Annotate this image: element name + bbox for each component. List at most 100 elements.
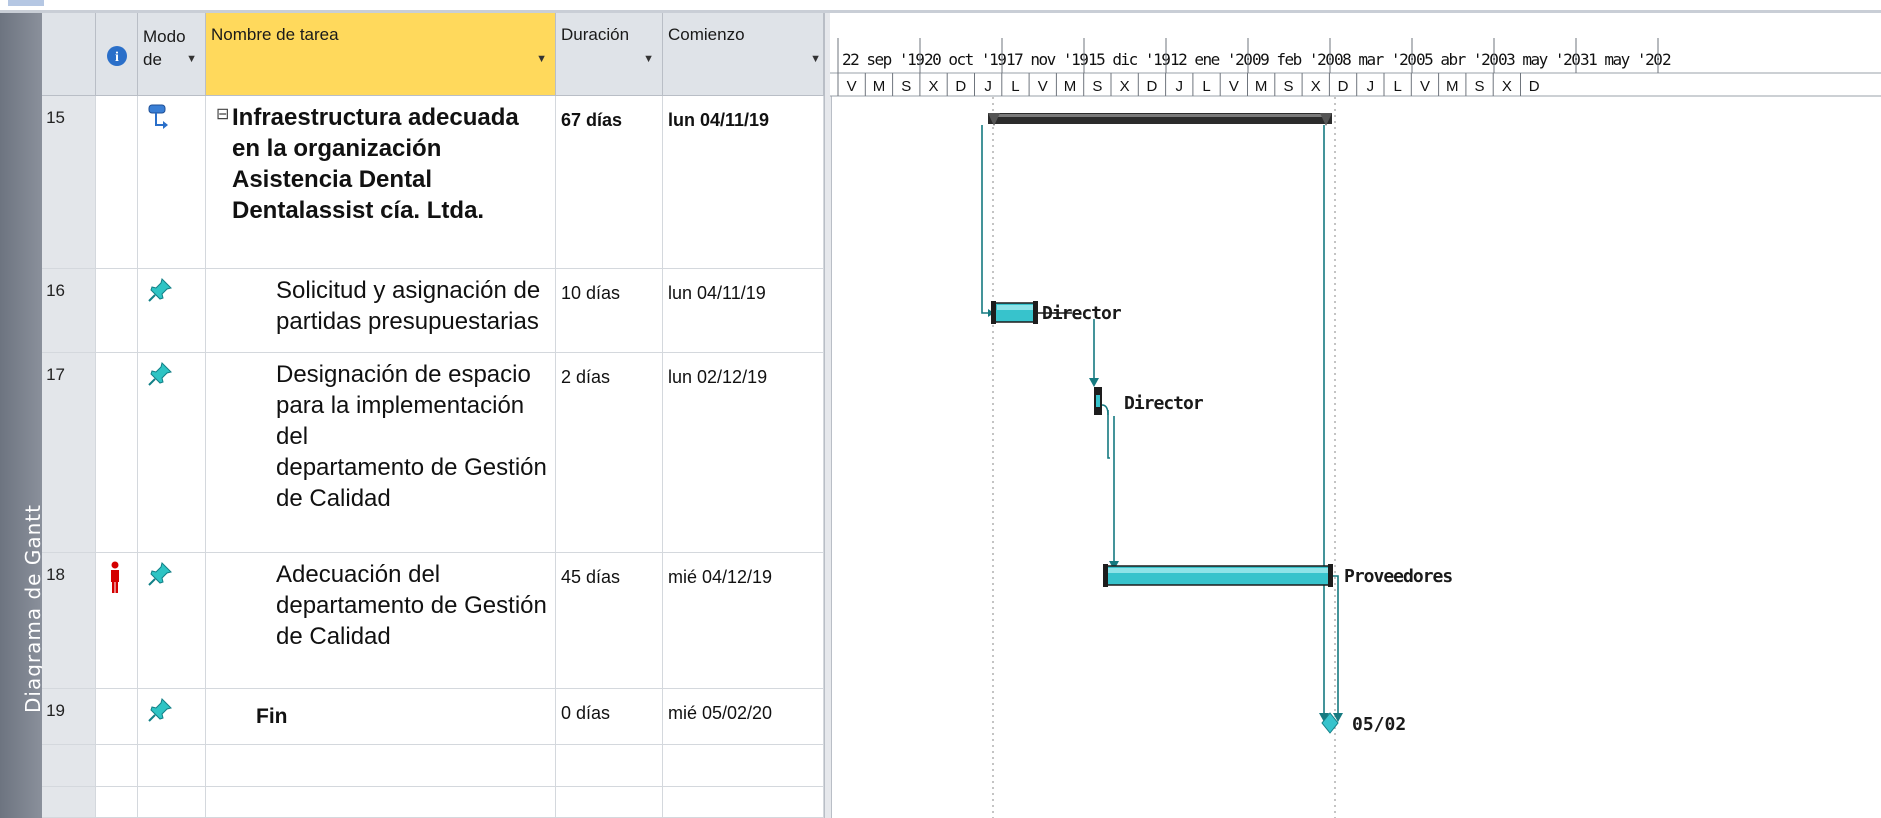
collapse-toggle-icon[interactable]: ⊟ xyxy=(216,99,229,130)
timescale-top-label: 15 dic '19 xyxy=(1088,50,1170,69)
timescale-bottom-label: S xyxy=(1283,78,1293,95)
timescale-top-label: 17 nov '19 xyxy=(1006,50,1088,69)
view-bar[interactable]: Diagrama de Gantt xyxy=(0,13,45,818)
row-number[interactable]: 16 xyxy=(42,269,96,353)
indicator-cell[interactable] xyxy=(96,553,138,689)
timescale-bottom-label: V xyxy=(1229,78,1239,95)
manual-pin-icon xyxy=(148,562,172,586)
timescale-bottom-label: M xyxy=(1446,78,1459,95)
timescale-bottom-label: M xyxy=(1255,78,1268,95)
indicator-cell xyxy=(96,96,138,269)
timescale-top-label: 22 sep '19 xyxy=(842,50,924,69)
task-name-cell[interactable]: Fin xyxy=(206,689,556,745)
empty-row[interactable] xyxy=(42,787,824,818)
duration-cell[interactable]: 10 días xyxy=(556,269,663,353)
overallocated-person-icon[interactable] xyxy=(108,561,122,595)
timescale-bottom-label: X xyxy=(1502,78,1512,95)
start-cell[interactable]: mié 04/12/19 xyxy=(663,553,824,689)
indicators-column-header[interactable]: i xyxy=(96,13,138,96)
timescale-bottom-label: S xyxy=(1092,78,1102,95)
duration-cell[interactable]: 67 días xyxy=(556,96,663,269)
timescale-bottom-label: V xyxy=(1420,78,1430,95)
task-grid: i Modo de ▼ Nombre de tarea ▼ Duración ▼… xyxy=(42,13,824,818)
start-cell[interactable]: mié 05/02/20 xyxy=(663,689,824,745)
task-name-cell[interactable] xyxy=(206,787,556,818)
indicator-cell xyxy=(96,269,138,353)
task-name-line: departamento de Gestión xyxy=(276,592,547,619)
task-bar[interactable] xyxy=(1094,387,1102,415)
duration-cell[interactable] xyxy=(556,787,663,818)
empty-row[interactable] xyxy=(42,745,824,787)
row-number[interactable]: 15 xyxy=(42,96,96,269)
link-curve xyxy=(1101,404,1109,416)
start-cell[interactable]: lun 04/11/19 xyxy=(663,96,824,269)
start-column-header[interactable]: Comienzo ▼ xyxy=(663,13,824,96)
start-cell[interactable] xyxy=(663,787,824,818)
task-name-line: en la organización xyxy=(232,135,442,162)
auto-schedule-icon xyxy=(148,104,168,129)
timescale-bottom-label: L xyxy=(1011,78,1019,95)
manual-pin-icon xyxy=(148,698,172,722)
timescale-top-label: 03 may '20 xyxy=(1498,50,1580,69)
mode-filter-arrow[interactable]: ▼ xyxy=(186,53,197,65)
task-row[interactable]: 19 Fin 0 días mié 05/02/20 xyxy=(42,689,824,745)
task-name-cell[interactable] xyxy=(206,745,556,787)
select-all-corner[interactable] xyxy=(42,13,96,96)
mode-cell[interactable] xyxy=(138,553,206,689)
start-cell[interactable]: lun 04/11/19 xyxy=(663,269,824,353)
mode-cell[interactable] xyxy=(138,96,206,269)
duration-cell[interactable]: 2 días xyxy=(556,353,663,553)
indicator-cell xyxy=(96,353,138,553)
row-number[interactable]: 17 xyxy=(42,353,96,553)
task-name-line: Solicitud y asignación de xyxy=(276,277,541,304)
resource-label: Director xyxy=(1124,393,1204,414)
timescale-top-label: 20 oct '19 xyxy=(924,50,1006,69)
timescale-bottom-label: D xyxy=(1147,78,1158,95)
duration-cell[interactable] xyxy=(556,745,663,787)
start-filter-arrow[interactable]: ▼ xyxy=(810,53,821,65)
task-name-cell[interactable]: ⊟ Infraestructura adecuada en la organiz… xyxy=(206,96,556,269)
mode-cell[interactable] xyxy=(138,689,206,745)
task-row[interactable]: 16 Solicitud y asignación de partidas pr… xyxy=(42,269,824,353)
start-column-label: Comienzo xyxy=(668,25,745,44)
mode-column-header[interactable]: Modo de ▼ xyxy=(138,13,206,96)
mode-cell[interactable] xyxy=(138,745,206,787)
row-number[interactable]: 18 xyxy=(42,553,96,689)
gantt-chart[interactable]: 22 sep '19 20 oct '19 17 nov '19 15 dic '19… xyxy=(830,13,1881,818)
mode-cell[interactable] xyxy=(138,787,206,818)
resource-label: Proveedores xyxy=(1344,566,1452,587)
row-number[interactable] xyxy=(42,787,96,818)
task-row[interactable]: 17 Designación de espacio para la implem… xyxy=(42,353,824,553)
task-name-cell[interactable]: Adecuación del departamento de Gestión d… xyxy=(206,553,556,689)
mode-cell[interactable] xyxy=(138,353,206,553)
task-name-line: Fin xyxy=(256,705,288,728)
timescale-top-label: 2 xyxy=(1662,50,1671,69)
start-cell[interactable] xyxy=(663,745,824,787)
duration-filter-arrow[interactable]: ▼ xyxy=(643,53,654,65)
task-name-cell[interactable]: Designación de espacio para la implement… xyxy=(206,353,556,553)
indicator-cell xyxy=(96,787,138,818)
svg-text:i: i xyxy=(115,50,119,65)
task-bar[interactable] xyxy=(991,301,1038,324)
summary-bar[interactable] xyxy=(988,113,1332,126)
duration-column-header[interactable]: Duración ▼ xyxy=(556,13,663,96)
duration-cell[interactable]: 45 días xyxy=(556,553,663,689)
resource-label: Director xyxy=(1042,303,1122,324)
duration-column-label: Duración xyxy=(561,25,630,44)
task-bar[interactable] xyxy=(1103,564,1333,587)
title-strip-accent xyxy=(8,0,44,6)
mode-cell[interactable] xyxy=(138,269,206,353)
timescale-bottom-label: L xyxy=(1393,78,1401,95)
timescale-top-label: 09 feb '20 xyxy=(1252,50,1334,69)
task-row[interactable]: 18 Adecuación del departamento de Gestió… xyxy=(42,553,824,689)
name-column-header[interactable]: Nombre de tarea ▼ xyxy=(206,13,556,96)
mode-column-label: Modo de xyxy=(143,27,186,69)
task-row[interactable]: 15 ⊟ Infraestructura adecuada en la orga… xyxy=(42,96,824,269)
duration-cell[interactable]: 0 días xyxy=(556,689,663,745)
row-number[interactable]: 19 xyxy=(42,689,96,745)
task-name-line: para la implementación del xyxy=(276,392,525,450)
name-filter-arrow[interactable]: ▼ xyxy=(536,53,547,65)
row-number[interactable] xyxy=(42,745,96,787)
task-name-cell[interactable]: Solicitud y asignación de partidas presu… xyxy=(206,269,556,353)
start-cell[interactable]: lun 02/12/19 xyxy=(663,353,824,553)
